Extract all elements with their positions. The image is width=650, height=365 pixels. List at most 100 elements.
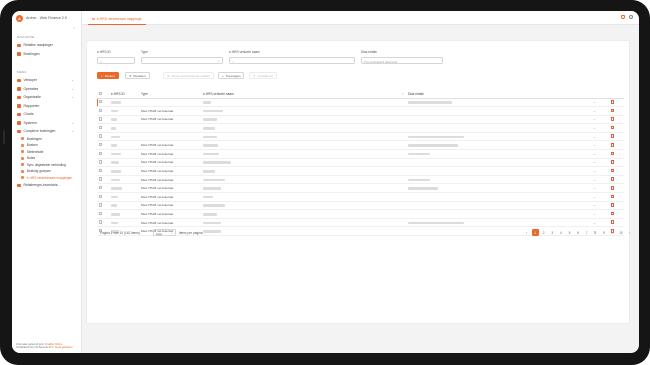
sidebar-item-menu[interactable]: Charts	[12, 110, 81, 119]
next-page-button[interactable]: ›	[626, 229, 633, 236]
chevron-down-icon[interactable]: ⌄	[593, 178, 596, 182]
expand-cell[interactable]: ⌄	[591, 175, 609, 185]
page-size-select[interactable]: Auto ⌄	[153, 229, 176, 236]
table-row[interactable]: ⌄	[97, 98, 624, 108]
page-button[interactable]: 1	[531, 229, 539, 236]
col-header-ehrs-name[interactable]: e-HRS verkorte naam ⋎	[201, 91, 406, 99]
sidebar-item-nav[interactable]: Boekingen	[12, 50, 81, 59]
chevron-down-icon[interactable]: ⌄	[593, 195, 596, 199]
delete-cell[interactable]	[609, 175, 624, 185]
page-button[interactable]: 9	[600, 229, 607, 236]
expand-cell[interactable]: ⌄	[591, 140, 609, 151]
row-select-cell[interactable]	[97, 106, 109, 116]
row-select-cell[interactable]	[97, 218, 109, 228]
expand-cell[interactable]: ⌄	[591, 218, 609, 228]
chevron-down-icon[interactable]: ⌄	[593, 203, 596, 207]
row-checkbox[interactable]	[99, 177, 103, 181]
delete-cell[interactable]	[609, 192, 624, 202]
table-row[interactable]: Med VHAB verzekeraar ⌄	[97, 175, 624, 185]
page-button[interactable]: 5	[566, 229, 573, 236]
table-row[interactable]: Med VHAB verzekeraar ⌄	[97, 201, 624, 211]
table-row[interactable]: Med VHAB verzekeraar ⌄	[97, 218, 624, 228]
trash-icon[interactable]	[611, 142, 615, 147]
page-button[interactable]: 8	[592, 229, 599, 236]
row-select-cell[interactable]	[97, 98, 109, 108]
expand-cell[interactable]: ⌄	[591, 98, 609, 108]
trash-icon[interactable]	[611, 194, 615, 199]
filter-icon[interactable]: ⋎	[402, 92, 404, 96]
app-logo[interactable]: A	[16, 14, 23, 22]
trash-icon[interactable]	[611, 151, 615, 156]
chevron-down-icon[interactable]: ⌄	[593, 212, 596, 216]
delete-cell[interactable]	[609, 106, 624, 116]
page-button[interactable]: 2	[540, 229, 547, 236]
expand-cell[interactable]: ⌄	[591, 209, 609, 219]
ehrs-id-input[interactable]: =	[97, 57, 135, 64]
delete-cell[interactable]	[609, 149, 624, 159]
row-checkbox[interactable]	[99, 168, 103, 173]
chevron-down-icon[interactable]: ⌄	[593, 117, 596, 121]
row-select-cell[interactable]	[97, 192, 109, 202]
trash-icon[interactable]	[611, 108, 615, 113]
row-checkbox[interactable]	[99, 203, 103, 207]
sidebar-item-menu[interactable]: Operaties ⌄	[12, 85, 81, 94]
tab-ehrs-mappings[interactable]: ⇆ e-HRS verzekeraar mappings	[88, 14, 146, 25]
table-row[interactable]: Med VHAB verzekeraar ⌄	[97, 209, 624, 219]
page-button[interactable]: 4	[557, 229, 564, 236]
search-button[interactable]: ⌕ Zoeken	[97, 72, 119, 79]
chevron-down-icon[interactable]: ⌄	[593, 135, 596, 139]
delete-cell[interactable]	[609, 201, 624, 211]
row-select-cell[interactable]	[97, 201, 109, 211]
delete-cell[interactable]	[609, 166, 624, 176]
row-checkbox[interactable]	[99, 125, 103, 130]
page-button[interactable]: ...	[609, 229, 616, 236]
chevron-down-icon[interactable]: ⌄	[593, 160, 596, 164]
delete-cell[interactable]	[609, 98, 624, 108]
row-checkbox[interactable]	[99, 160, 103, 164]
user-icon[interactable]	[629, 15, 633, 19]
trash-icon[interactable]	[611, 168, 615, 173]
table-row[interactable]: Med VHAB verzekeraar ⌄	[97, 158, 624, 168]
sidebar-item-menu[interactable]: Complexe boekingen ⌄	[12, 127, 81, 136]
expand-cell[interactable]: ⌄	[591, 166, 609, 176]
row-checkbox[interactable]	[99, 100, 103, 104]
delete-cell[interactable]	[609, 209, 624, 219]
sidebar-item-menu[interactable]: Verkoper ⌄	[12, 76, 81, 85]
page-button[interactable]: 6	[575, 229, 582, 236]
page-button[interactable]: 3	[549, 229, 556, 236]
trash-icon[interactable]	[611, 177, 615, 181]
row-checkbox[interactable]	[99, 151, 103, 156]
dias-relation-input[interactable]: Typ minimaal 3 tekens(s)	[361, 57, 443, 64]
row-checkbox[interactable]	[99, 220, 103, 224]
row-select-cell[interactable]	[97, 115, 109, 125]
trash-icon[interactable]	[611, 160, 615, 164]
trash-icon[interactable]	[611, 100, 615, 104]
delete-cell[interactable]	[609, 218, 624, 228]
sidebar-item-menu[interactable]: Systeem ⌄	[12, 119, 81, 128]
trash-icon[interactable]	[611, 185, 615, 190]
row-checkbox[interactable]	[99, 117, 103, 121]
add-button[interactable]: + Toevoegen	[218, 72, 245, 79]
trash-icon[interactable]	[611, 125, 615, 130]
trash-icon[interactable]	[611, 134, 615, 138]
add-relation-button[interactable]: ⊕ Nieuw geselecteerde relaties	[163, 72, 215, 79]
chevron-down-icon[interactable]: ⌄	[593, 100, 596, 104]
prev-page-button[interactable]: ‹	[523, 229, 530, 236]
select-all-checkbox[interactable]	[99, 92, 103, 96]
chevron-down-icon[interactable]: ⌄	[593, 186, 596, 190]
table-row[interactable]: Med VHAB verzekeraar ⌄	[97, 183, 624, 194]
col-header-type[interactable]: Type	[139, 91, 201, 99]
trash-icon[interactable]	[611, 117, 615, 121]
row-select-cell[interactable]	[97, 209, 109, 219]
delete-cell[interactable]	[609, 183, 624, 194]
expand-cell[interactable]: ⌄	[591, 149, 609, 159]
reset-button[interactable]: ↺ Resetten	[125, 72, 150, 79]
row-checkbox[interactable]	[99, 108, 103, 113]
col-header-dias[interactable]: Dias relatie	[406, 91, 591, 99]
page-button[interactable]: 7	[583, 229, 590, 236]
expand-cell[interactable]: ⌄	[591, 158, 609, 168]
table-row[interactable]: Med VHAB verzekeraar ⌄	[97, 106, 624, 116]
row-checkbox[interactable]	[99, 186, 103, 190]
table-row[interactable]: Med VHAB verzekeraar ⌄	[97, 140, 624, 151]
row-select-cell[interactable]	[97, 166, 109, 176]
